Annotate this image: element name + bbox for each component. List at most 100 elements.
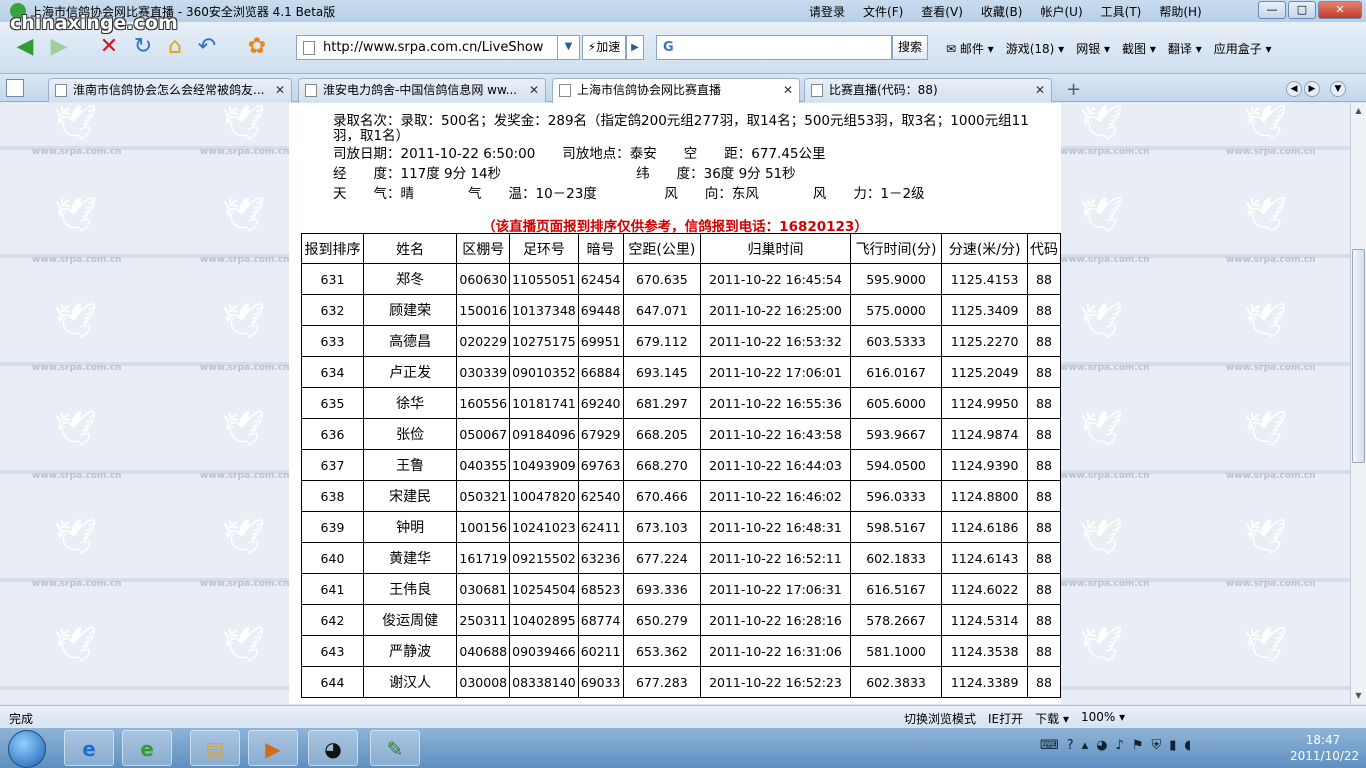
tab-3-active[interactable]: 上海市信鸽协会网比赛直播 ✕ xyxy=(552,78,800,103)
tab-list-icon[interactable]: ▼ xyxy=(1330,81,1346,97)
download-button[interactable]: 下载 ▾ xyxy=(1035,710,1069,727)
volume-icon[interactable]: ♪ xyxy=(1116,738,1124,753)
distance-cell: 668.270 xyxy=(622,449,702,481)
qq-icon[interactable]: ◕ xyxy=(308,730,358,766)
paint-icon[interactable]: ✎ xyxy=(370,730,420,766)
code-cell: 60211 xyxy=(577,635,624,667)
ring-cell: 10181741 xyxy=(509,387,579,419)
tab-close-icon[interactable]: ✕ xyxy=(1035,79,1045,101)
menu-account[interactable]: 帐户(U) xyxy=(1031,3,1091,20)
ie-icon[interactable]: e xyxy=(64,730,114,766)
go-icon[interactable]: ▶ xyxy=(626,35,644,60)
background-site-text: www.srpa.com.cn xyxy=(1226,579,1316,589)
tab-label: 淮南市信鸽协会怎么会经常被鸽友... xyxy=(73,83,265,97)
switch-mode-button[interactable]: 切换浏览模式 xyxy=(904,710,976,727)
bank-button[interactable]: 网银 ▾ xyxy=(1070,40,1116,57)
scroll-up-icon[interactable]: ▲ xyxy=(1351,103,1366,119)
minimize-button[interactable]: — xyxy=(1258,1,1286,19)
translate-button[interactable]: 翻译 ▾ xyxy=(1162,40,1208,57)
code-cell: 63236 xyxy=(577,542,624,574)
tab-2[interactable]: 淮安电力鸽舍-中国信鸽信息网 ww... ✕ xyxy=(298,78,546,102)
name-cell: 王伟良 xyxy=(362,573,458,605)
name-cell: 黄建华 xyxy=(362,542,458,574)
menu-favorites[interactable]: 收藏(B) xyxy=(972,3,1032,20)
race-code-cell: 88 xyxy=(1026,325,1062,357)
tab-1[interactable]: 淮南市信鸽协会怎么会经常被鸽友... ✕ xyxy=(48,78,292,102)
undo-close-icon[interactable]: ↶ xyxy=(194,34,220,60)
start-button[interactable] xyxy=(8,730,46,768)
tab-scroll-right-icon[interactable]: ▶ xyxy=(1304,81,1320,97)
url-dropdown-icon[interactable]: ▼ xyxy=(557,36,579,59)
search-input[interactable] xyxy=(689,38,885,57)
column-header: 飞行时间(分) xyxy=(849,233,943,264)
menu-file[interactable]: 文件(F) xyxy=(854,3,912,20)
background-site-text: www.srpa.com.cn xyxy=(32,471,122,481)
open-in-ie-button[interactable]: IE打开 xyxy=(988,710,1023,727)
forward-arrow-icon[interactable]: ▶ xyxy=(46,34,72,60)
sidebar-toggle-icon[interactable] xyxy=(6,79,24,97)
loft-cell: 250311 xyxy=(456,604,511,636)
menu-login[interactable]: 请登录 xyxy=(800,3,854,20)
table-row: 640 黄建华 161719 09215502 63236 677.224 20… xyxy=(301,542,1062,574)
vertical-scrollbar[interactable]: ▲ ▼ xyxy=(1350,103,1366,704)
arrival-time-cell: 2011-10-22 16:53:32 xyxy=(700,325,851,357)
app-box-button[interactable]: 应用盒子 ▾ xyxy=(1208,40,1278,57)
file-explorer-icon[interactable]: ▤ xyxy=(190,730,240,766)
speaker-icon[interactable]: ◖ xyxy=(1184,738,1191,753)
scrollbar-thumb[interactable] xyxy=(1352,249,1365,463)
tab-close-icon[interactable]: ✕ xyxy=(529,79,539,101)
tab-close-icon[interactable]: ✕ xyxy=(783,79,793,101)
360-browser-icon[interactable]: e xyxy=(122,730,172,766)
code-cell: 69033 xyxy=(577,666,624,698)
media-player-icon[interactable]: ▶ xyxy=(248,730,298,766)
paw-icon[interactable]: ✿ xyxy=(244,34,270,60)
maximize-button[interactable]: □ xyxy=(1288,1,1316,19)
refresh-icon[interactable]: ↻ xyxy=(130,34,156,60)
menu-tools[interactable]: 工具(T) xyxy=(1092,3,1151,20)
screenshot-button[interactable]: 截图 ▾ xyxy=(1116,40,1162,57)
speed-up-button[interactable]: ⚡加速 xyxy=(582,35,626,60)
ring-cell: 09184096 xyxy=(509,418,579,450)
table-row: 643 严静波 040688 09039466 60211 653.362 20… xyxy=(301,635,1062,667)
race-code-cell: 88 xyxy=(1026,604,1062,636)
keyboard-icon[interactable]: ⌨ xyxy=(1040,738,1059,753)
tab-close-icon[interactable]: ✕ xyxy=(275,79,285,101)
column-header: 分速(米/分) xyxy=(941,233,1028,264)
qq-tray-icon[interactable]: ◕ xyxy=(1096,738,1107,753)
mail-button[interactable]: ✉ 邮件 ▾ xyxy=(940,40,1000,57)
zoom-button[interactable]: 100% ▾ xyxy=(1081,710,1125,727)
status-tools: 切换浏览模式 IE打开 下载 ▾ 100% ▾ xyxy=(904,710,1125,727)
race-code-cell: 88 xyxy=(1026,449,1062,481)
search-engine-logo[interactable]: G xyxy=(663,40,674,55)
table-row: 636 张俭 050067 09184096 67929 668.205 201… xyxy=(301,418,1062,450)
rank-cell: 640 xyxy=(301,542,364,574)
flag-icon[interactable]: ⚑ xyxy=(1132,738,1144,753)
code-cell: 67929 xyxy=(577,418,624,450)
search-button[interactable]: 搜索 xyxy=(892,35,928,60)
ring-cell: 10493909 xyxy=(509,449,579,481)
distance-cell: 677.283 xyxy=(622,666,702,698)
url-input[interactable] xyxy=(323,38,549,57)
dove-icon: 🕊 xyxy=(54,301,98,341)
speed-cell: 1124.6186 xyxy=(941,511,1028,543)
tab-page-icon xyxy=(811,84,823,97)
back-arrow-icon[interactable]: ◀ xyxy=(12,34,38,60)
help-icon[interactable]: ? xyxy=(1067,738,1074,753)
new-tab-icon[interactable]: + xyxy=(1066,79,1081,100)
security-icon[interactable]: ⛨ xyxy=(1152,738,1162,753)
stop-icon[interactable]: ✕ xyxy=(96,34,122,60)
menu-view[interactable]: 查看(V) xyxy=(912,3,972,20)
scroll-down-icon[interactable]: ▼ xyxy=(1351,688,1366,704)
flight-time-cell: 616.5167 xyxy=(849,573,943,605)
system-clock[interactable]: 18:47 2011/10/22 xyxy=(1290,732,1359,764)
background-site-text: www.srpa.com.cn xyxy=(32,363,122,373)
tab-scroll-left-icon[interactable]: ◀ xyxy=(1286,81,1302,97)
signal-icon[interactable]: ▮ xyxy=(1169,738,1176,753)
menu-help[interactable]: 帮助(H) xyxy=(1150,3,1210,20)
home-icon[interactable]: ⌂ xyxy=(162,34,188,60)
close-button[interactable]: ✕ xyxy=(1318,1,1362,19)
tab-label: 比赛直播(代码：88) xyxy=(829,83,938,97)
network-icon[interactable]: ▴ xyxy=(1082,738,1089,753)
tab-4[interactable]: 比赛直播(代码：88) ✕ xyxy=(804,78,1052,102)
games-button[interactable]: 游戏(18) ▾ xyxy=(1000,40,1070,57)
